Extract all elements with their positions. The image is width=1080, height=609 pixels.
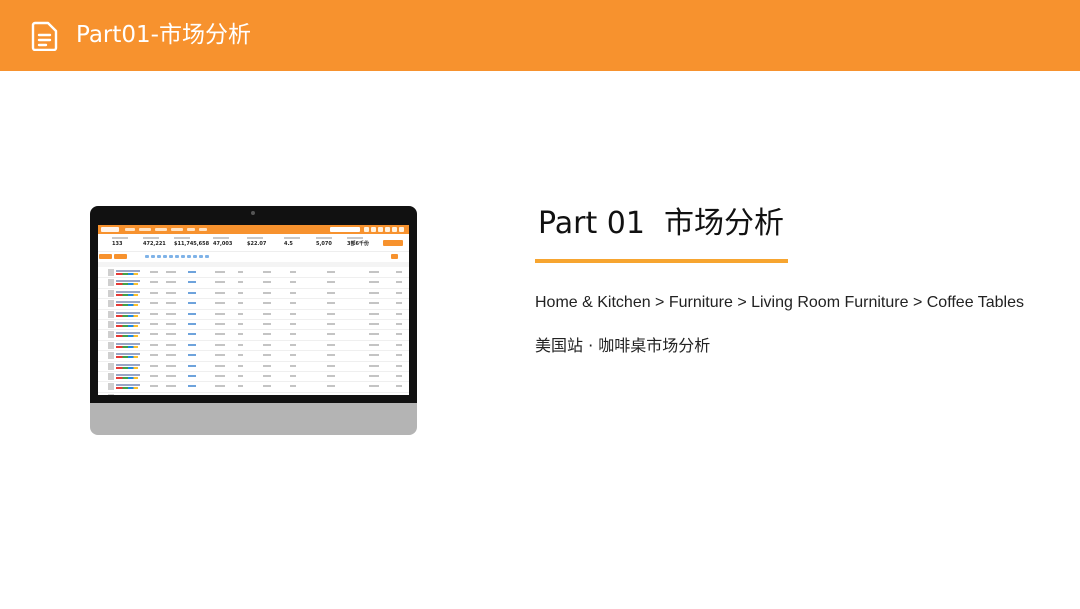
screen-table-row (98, 289, 409, 300)
screen-table (98, 268, 409, 395)
monitor-illustration: 133 472,221 $11,745,658 47,003 $22.07 4.… (90, 206, 417, 435)
screen-filter-bar (98, 253, 409, 261)
screen-stat: $22.07 (247, 241, 267, 247)
screen-filter-button (114, 254, 127, 259)
section-title: Part 01 市场分析 (538, 206, 785, 241)
screen-menu-item (125, 228, 135, 231)
screen-table-row (98, 341, 409, 352)
screen-filter-button (391, 254, 398, 259)
screen-filter-button (99, 254, 112, 259)
screen-stat: 3部6千份 (347, 241, 369, 247)
screen-menu-item (155, 228, 167, 231)
camera-dot (251, 211, 255, 215)
screen-icon (392, 227, 397, 232)
screen-menu-item (171, 228, 183, 231)
screen-stat: 472,221 (143, 241, 166, 247)
screen-menu-item (199, 228, 207, 231)
screen-icon (371, 227, 376, 232)
screen-table-row (98, 351, 409, 362)
screen-table-row (98, 299, 409, 310)
screen-search (330, 227, 360, 232)
title-underline (535, 259, 788, 263)
screen-menu-item (187, 228, 195, 231)
screen-stats: 133 472,221 $11,745,658 47,003 $22.07 4.… (98, 235, 409, 252)
screen-table-row (98, 372, 409, 383)
screen-stat: 5,070 (316, 241, 332, 247)
screen-table-row (98, 382, 409, 393)
screen-table-row (98, 320, 409, 331)
screen-icon (364, 227, 369, 232)
screen-table-row (98, 362, 409, 372)
header-title: Part01-市场分析 (76, 22, 251, 48)
screen-table-row (98, 278, 409, 289)
screen-table-row (98, 268, 409, 279)
section-subtitle: 美国站 · 咖啡桌市场分析 (535, 336, 711, 355)
screen-table-row (98, 393, 409, 395)
screen-icon (399, 227, 404, 232)
screen-stat: 4.5 (284, 241, 293, 247)
screen-logo (101, 227, 119, 232)
screen-stat: 133 (112, 241, 123, 247)
monitor-chin (90, 403, 417, 435)
screen-table-row (98, 330, 409, 341)
header-bar: Part01-市场分析 (0, 0, 1080, 71)
screen-icon (378, 227, 383, 232)
screen-stat: 47,003 (213, 241, 233, 247)
monitor-screen: 133 472,221 $11,745,658 47,003 $22.07 4.… (98, 225, 409, 395)
monitor-bezel: 133 472,221 $11,745,658 47,003 $22.07 4.… (90, 206, 417, 403)
screen-navbar (98, 225, 409, 234)
screen-action-button (383, 240, 403, 246)
category-breadcrumb: Home & Kitchen > Furniture > Living Room… (535, 294, 1024, 311)
screen-table-row (98, 310, 409, 320)
screen-table-header (98, 262, 409, 267)
screen-menu-item (139, 228, 151, 231)
screen-stat: $11,745,658 (174, 241, 210, 247)
screen-icon (385, 227, 390, 232)
document-icon (31, 21, 58, 51)
